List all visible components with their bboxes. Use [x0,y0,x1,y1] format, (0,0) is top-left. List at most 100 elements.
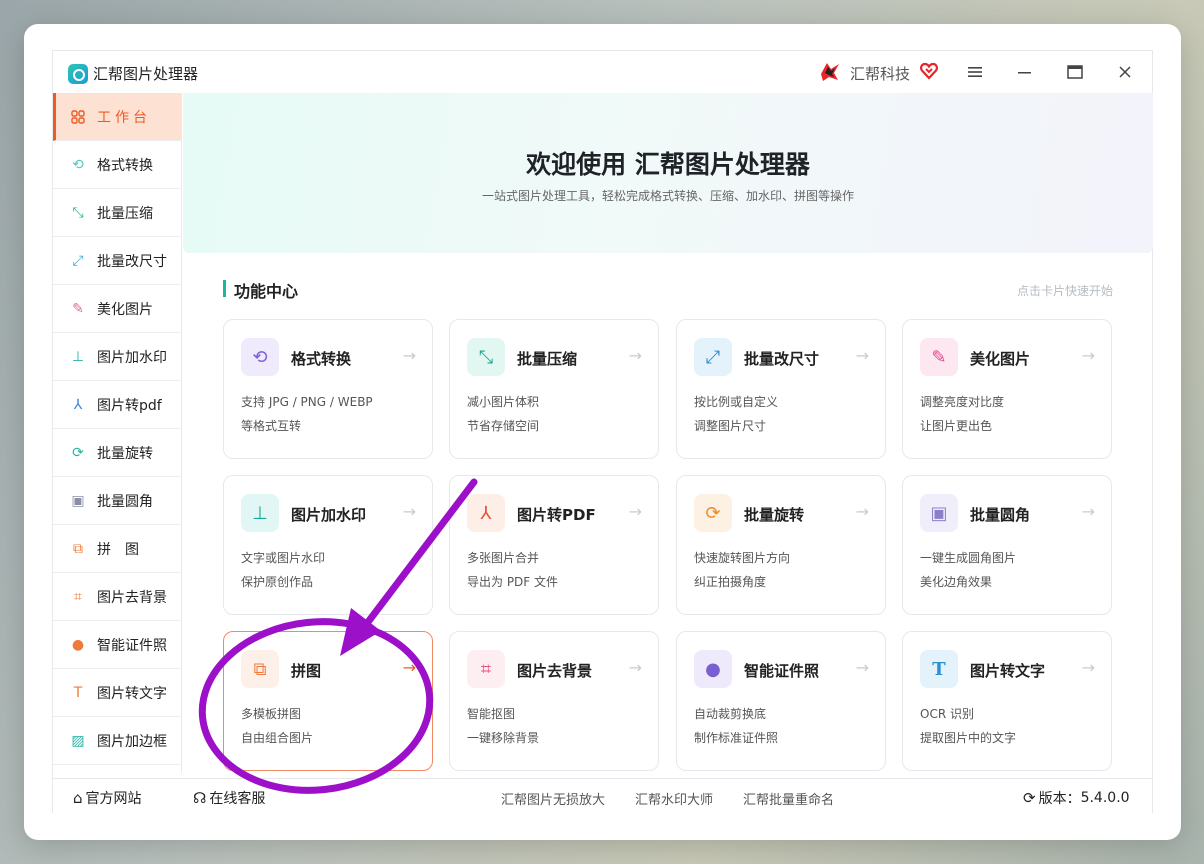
menu-button[interactable] [961,59,989,85]
close-button[interactable] [1111,59,1139,85]
round-corner-icon: ▣ [920,494,958,532]
arrow-right-icon: → [1081,658,1095,677]
section-title: 功能中心 [234,282,299,301]
main-content: 欢迎使用 汇帮图片处理器 一站式图片处理工具，轻松完成格式转换、压缩、加水印、拼… [183,93,1153,773]
sidebar-item-label: 批量旋转 [97,445,153,462]
official-website-link[interactable]: ⌂ 官方网站 [73,788,142,808]
card-round-corner[interactable]: ▣ 批量圆角 → 一键生成圆角图片 美化边角效果 [902,475,1112,615]
card-collage[interactable]: ⧉ 拼图 → 多模板拼图 自由组合图片 [223,631,433,771]
sidebar-item-beautify[interactable]: ✎ 美化图片 [53,285,181,333]
card-description: 让图片更出色 [920,419,993,433]
vip-heart-icon[interactable] [919,61,939,81]
sidebar-item-resize[interactable]: ⤢ 批量改尺寸 [53,237,181,285]
sidebar-item-round-corner[interactable]: ▣ 批量圆角 [53,477,181,525]
section-hint: 点击卡片快速开始 [1016,284,1113,298]
card-description: 保护原创作品 [241,575,314,589]
arrow-right-icon: → [402,658,416,677]
welcome-banner: 欢迎使用 汇帮图片处理器 一站式图片处理工具，轻松完成格式转换、压缩、加水印、拼… [183,93,1153,253]
version-number: 5.4.0.0 [1080,790,1130,806]
card-description: 节省存储空间 [467,419,540,433]
card-to-text[interactable]: T 图片转文字 → OCR 识别 提取图片中的文字 [902,631,1112,771]
card-description: 按比例或自定义 [694,395,779,409]
card-title: 图片加水印 [291,506,367,524]
card-description: OCR 识别 [920,707,974,721]
resize-icon: ⤢ [72,252,84,269]
sidebar-item-compress[interactable]: ⤡ 批量压缩 [53,189,181,237]
card-title: 智能证件照 [744,662,820,680]
card-id-photo[interactable]: ● 智能证件照 → 自动裁剪换底 制作标准证件照 [676,631,886,771]
sidebar-item-watermark[interactable]: ⊥ 图片加水印 [53,333,181,381]
card-beautify[interactable]: ✎ 美化图片 → 调整亮度对比度 让图片更出色 [902,319,1112,459]
sidebar-item-collage[interactable]: ⧉ 拼 图 [53,525,181,573]
card-description: 制作标准证件照 [694,731,779,745]
card-title: 图片去背景 [517,662,593,680]
arrow-right-icon: → [855,658,869,677]
card-remove-bg[interactable]: ⌗ 图片去背景 → 智能抠图 一键移除背景 [449,631,659,771]
sidebar-item-label: 批量圆角 [97,493,153,510]
watermark-icon: ⊥ [71,348,85,365]
card-description: 等格式互转 [241,419,302,433]
card-rotate[interactable]: ⟳ 批量旋转 → 快速旋转图片方向 纠正拍摄角度 [676,475,886,615]
version-label: 版本： [1038,791,1081,807]
card-description: 自动裁剪换底 [694,707,767,721]
footer-link-watermark[interactable]: 汇帮水印大师 [635,789,713,808]
beautify-icon: ✎ [72,300,84,317]
grid-icon [69,108,87,126]
welcome-title: 欢迎使用 汇帮图片处理器 [526,150,810,179]
card-compress[interactable]: ⤡ 批量压缩 → 减小图片体积 节省存储空间 [449,319,659,459]
arrow-right-icon: → [855,502,869,521]
card-description: 快速旋转图片方向 [694,551,791,565]
minimize-button[interactable] [1011,59,1039,85]
card-title: 批量改尺寸 [744,350,820,368]
compress-icon: ⤡ [72,204,84,221]
crop-icon: ⌗ [74,588,82,605]
card-description: 美化边角效果 [920,575,993,589]
card-watermark[interactable]: ⊥ 图片加水印 → 文字或图片水印 保护原创作品 [223,475,433,615]
headset-icon: ☊ [193,789,207,807]
card-format-convert[interactable]: ⟲ 格式转换 → 支持 JPG / PNG / WEBP 等格式互转 [223,319,433,459]
sidebar-item-label: 智能证件照 [97,637,167,654]
convert-icon: ⟲ [241,338,279,376]
title-bar: 汇帮图片处理器 汇帮科技 [53,51,1152,93]
collage-icon: ⧉ [73,540,83,557]
footer-link-upscale[interactable]: 汇帮图片无损放大 [501,789,605,808]
card-description: 导出为 PDF 文件 [467,575,559,589]
footer-link-rename[interactable]: 汇帮批量重命名 [743,789,834,808]
online-support-link[interactable]: ☊ 在线客服 [193,788,265,808]
rotate-icon: ⟳ [72,444,84,461]
sidebar-item-label: 美化图片 [97,301,153,318]
online-support-label: 在线客服 [209,791,266,807]
sidebar-item-label: 拼 图 [97,541,139,558]
card-description: 智能抠图 [467,707,516,721]
app-window: 汇帮图片处理器 汇帮科技 工作台 ⟲ 格式转换 ⤡ 批量压缩 ⤢ 批量改尺寸 ✎… [24,24,1181,840]
version-info[interactable]: ⟳ 版本： 5.4.0.0 [1023,788,1130,808]
sidebar-item-rotate[interactable]: ⟳ 批量旋转 [53,429,181,477]
sidebar-item-add-frame[interactable]: ▨ 图片加边框 [53,717,181,765]
status-bar: ⌂ 官方网站 ☊ 在线客服 汇帮图片无损放大 汇帮水印大师 汇帮批量重命名 ⟳ … [53,778,1152,814]
resize-icon: ⤢ [694,338,732,376]
sidebar-item-to-text[interactable]: T 图片转文字 [53,669,181,717]
compress-icon: ⤡ [467,338,505,376]
frame-icon: ▨ [71,732,85,749]
card-to-pdf[interactable]: ⅄ 图片转PDF → 多张图片合并 导出为 PDF 文件 [449,475,659,615]
sidebar-item-label: 图片去背景 [97,589,167,606]
sidebar-item-label: 图片加水印 [97,349,167,366]
sidebar-item-to-pdf[interactable]: ⅄ 图片转pdf [53,381,181,429]
card-title: 图片转PDF [517,506,596,524]
maximize-button[interactable] [1061,59,1089,85]
card-description: 提取图片中的文字 [920,731,1017,745]
sidebar-item-workbench[interactable]: 工作台 [53,93,181,141]
card-description: 调整图片尺寸 [694,419,767,433]
sidebar-item-id-photo[interactable]: ● 智能证件照 [53,621,181,669]
sidebar-item-format-convert[interactable]: ⟲ 格式转换 [53,141,181,189]
text-icon: T [73,684,83,701]
arrow-right-icon: → [628,346,642,365]
sidebar-item-label: 批量改尺寸 [97,253,167,270]
card-description: 支持 JPG / PNG / WEBP [241,395,373,409]
card-resize[interactable]: ⤢ 批量改尺寸 → 按比例或自定义 调整图片尺寸 [676,319,886,459]
app-logo-icon [68,64,88,84]
sidebar-item-remove-bg[interactable]: ⌗ 图片去背景 [53,573,181,621]
welcome-subtitle: 一站式图片处理工具，轻松完成格式转换、压缩、加水印、拼图等操作 [481,189,854,203]
beautify-icon: ✎ [920,338,958,376]
sidebar-item-label: 图片加边框 [97,733,167,750]
